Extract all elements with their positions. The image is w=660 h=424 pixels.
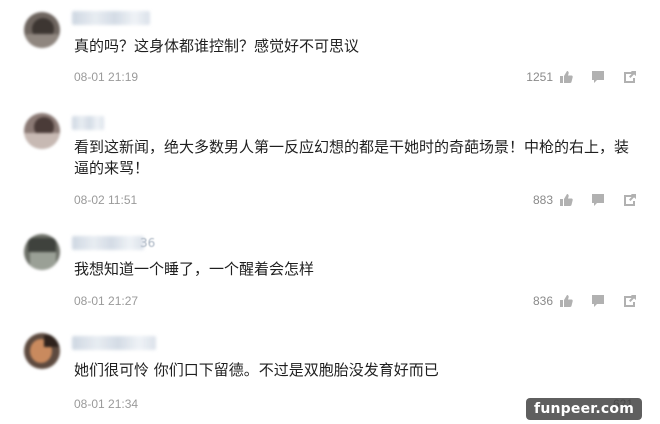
comment-time: 08-01 21:27 xyxy=(74,294,139,308)
comment-actions: 883 xyxy=(533,192,638,208)
comment-actions: 1251 xyxy=(526,69,638,85)
comment-time: 08-02 11:51 xyxy=(74,193,138,207)
reply-icon[interactable] xyxy=(590,69,606,85)
username[interactable] xyxy=(72,336,156,350)
comment-text: 她们很可怜 你们口下留德。不过是双胞胎没发育好而已 xyxy=(74,361,439,379)
share-icon[interactable] xyxy=(622,192,638,208)
comment-actions: 836 xyxy=(533,293,638,309)
thumbs-up-icon[interactable] xyxy=(558,293,574,309)
comment-text: 看到这新闻，绝大多数男人第一反应幻想的都是干她时的奇葩场景！中枪的右上，装逼的来… xyxy=(74,138,630,177)
watermark: funpeer.com xyxy=(526,398,642,420)
thumbs-up-icon[interactable] xyxy=(558,192,574,208)
comment-text: 我想知道一个睡了，一个醒着会怎样 xyxy=(74,260,315,278)
comment-text: 真的吗？这身体都谁控制？感觉好不可思议 xyxy=(74,37,360,55)
reply-icon[interactable] xyxy=(590,293,606,309)
avatar[interactable] xyxy=(24,12,60,48)
like-count: 836 xyxy=(532,294,553,308)
share-icon[interactable] xyxy=(622,69,638,85)
reply-icon[interactable] xyxy=(590,192,606,208)
thumbs-up-icon[interactable] xyxy=(558,69,574,85)
avatar[interactable] xyxy=(24,234,60,270)
username-suffix: 36 xyxy=(140,236,156,250)
username[interactable] xyxy=(72,11,150,25)
avatar[interactable] xyxy=(24,113,60,149)
share-icon[interactable] xyxy=(622,293,638,309)
comment-time: 08-01 21:34 xyxy=(74,397,139,411)
like-count: 1251 xyxy=(526,70,553,84)
like-count: 883 xyxy=(532,193,553,207)
avatar[interactable] xyxy=(24,333,60,369)
username[interactable] xyxy=(72,116,104,130)
comment-time: 08-01 21:19 xyxy=(74,70,139,84)
username[interactable] xyxy=(72,236,144,250)
